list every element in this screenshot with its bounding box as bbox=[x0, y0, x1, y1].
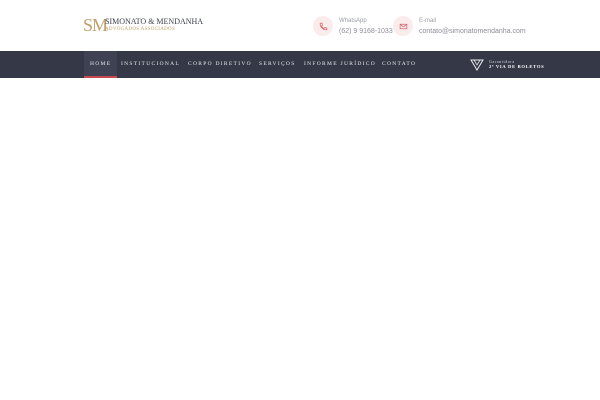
nav-item-informe-juridico[interactable]: INFORME JURÍDICO bbox=[304, 51, 376, 78]
logo-subtitle: ADVOGADOS ASSOCIADOS bbox=[105, 27, 176, 32]
whatsapp-number: (62) 9 9168-1033 bbox=[339, 28, 393, 35]
site-header: SM SIMONATO & MENDANHA ADVOGADOS ASSOCIA… bbox=[0, 0, 600, 51]
email-label: E-mail bbox=[419, 18, 437, 24]
triangle-logo-icon bbox=[470, 58, 484, 76]
nav-item-institucional[interactable]: INSTITUCIONAL bbox=[121, 51, 180, 78]
mail-icon bbox=[393, 16, 413, 36]
nav-item-corpo-diretivo[interactable]: CORPO DIRETIVO bbox=[188, 51, 252, 78]
site-logo[interactable]: SM SIMONATO & MENDANHA ADVOGADOS ASSOCIA… bbox=[83, 15, 203, 36]
main-content bbox=[0, 78, 600, 400]
nav-item-contato[interactable]: CONTATO bbox=[382, 51, 416, 78]
boleto-title: 2ª VIA DE BOLETOS bbox=[489, 64, 545, 69]
phone-icon bbox=[313, 16, 333, 36]
nav-item-servicos[interactable]: SERVIÇOS bbox=[259, 51, 296, 78]
page: SM SIMONATO & MENDANHA ADVOGADOS ASSOCIA… bbox=[0, 0, 600, 400]
logo-mark: SM bbox=[83, 15, 108, 35]
boleto-link[interactable]: Garantidora 2ª VIA DE BOLETOS bbox=[470, 58, 560, 72]
email-address: contato@simonatomendanha.com bbox=[419, 28, 526, 35]
nav-item-home[interactable]: HOME bbox=[84, 51, 118, 78]
whatsapp-label: WhatsApp bbox=[339, 18, 367, 24]
logo-name: SIMONATO & MENDANHA bbox=[105, 17, 204, 26]
